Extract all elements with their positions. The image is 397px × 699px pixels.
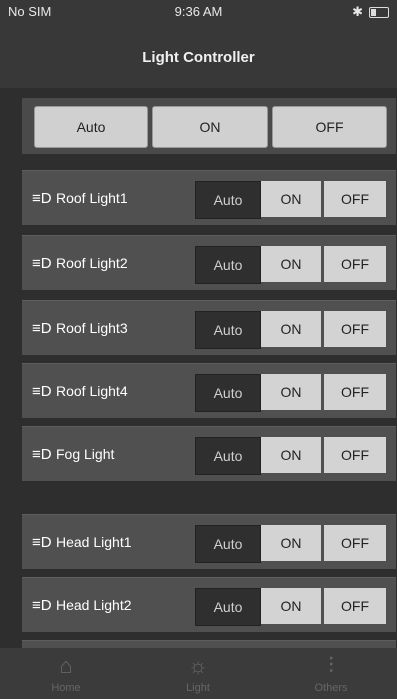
light-row-roof-light2: ≡D Roof Light2 Auto ON OFF — [22, 235, 396, 290]
light-row-roof-light1: ≡D Roof Light1 Auto ON OFF — [22, 170, 396, 225]
light-label: Roof Light3 — [56, 320, 128, 336]
status-icons: ✱ — [352, 4, 389, 20]
on-button[interactable]: ON — [261, 246, 321, 282]
main-content: Auto ON OFF ≡D Roof Light1 Auto ON OFF ≡… — [0, 88, 397, 648]
on-button[interactable]: ON — [261, 525, 321, 561]
off-button[interactable]: OFF — [324, 181, 386, 217]
light-row-head-light2: ≡D Head Light2 Auto ON OFF — [22, 577, 396, 632]
tab-label: Others — [314, 682, 348, 694]
on-button[interactable]: ON — [261, 437, 321, 473]
auto-button[interactable]: Auto — [195, 181, 261, 219]
light-row-roof-light4: ≡D Roof Light4 Auto ON OFF — [22, 363, 396, 418]
light-label: Roof Light4 — [56, 383, 128, 399]
light-row-head-light1: ≡D Head Light1 Auto ON OFF — [22, 514, 396, 569]
fog-light-icon: ≡D — [32, 446, 52, 463]
roof-light-icon: ≡D — [32, 383, 52, 400]
tab-bar: ⌂ Home ☼ Light ⫶ Others — [0, 648, 397, 699]
status-bar: No SIM 9:36 AM ✱ — [0, 0, 397, 24]
off-button[interactable]: OFF — [324, 374, 386, 410]
on-button[interactable]: ON — [261, 311, 321, 347]
head-light-icon: ≡D — [32, 534, 52, 551]
master-on-button[interactable]: ON — [152, 106, 268, 148]
clock: 9:36 AM — [174, 4, 223, 19]
roof-light-icon: ≡D — [32, 255, 52, 272]
light-label: Roof Light1 — [56, 190, 128, 206]
tab-home[interactable]: ⌂ Home — [0, 648, 132, 699]
light-label: Roof Light2 — [56, 255, 128, 271]
page-title: Light Controller — [142, 49, 255, 66]
on-button[interactable]: ON — [261, 181, 321, 217]
off-button[interactable]: OFF — [324, 246, 386, 282]
off-button[interactable]: OFF — [324, 525, 386, 561]
bluetooth-icon: ✱ — [352, 4, 363, 19]
on-button[interactable]: ON — [261, 588, 321, 624]
auto-button[interactable]: Auto — [195, 437, 261, 475]
off-button[interactable]: OFF — [324, 588, 386, 624]
tab-label: Home — [51, 682, 81, 694]
off-button[interactable]: OFF — [324, 437, 386, 473]
auto-button[interactable]: Auto — [195, 525, 261, 563]
auto-button[interactable]: Auto — [195, 374, 261, 412]
master-off-button[interactable]: OFF — [272, 106, 387, 148]
home-icon: ⌂ — [59, 653, 73, 678]
battery-icon — [369, 6, 389, 18]
tab-light[interactable]: ☼ Light — [132, 648, 264, 699]
auto-button[interactable]: Auto — [195, 588, 261, 626]
master-auto-button[interactable]: Auto — [34, 106, 148, 148]
tab-others[interactable]: ⫶ Others — [265, 648, 397, 699]
light-label: Fog Light — [56, 446, 115, 462]
master-controls: Auto ON OFF — [22, 98, 396, 154]
navigation-bar: Light Controller — [0, 24, 397, 88]
roof-light-icon: ≡D — [32, 320, 52, 337]
light-row-roof-light3: ≡D Roof Light3 Auto ON OFF — [22, 300, 396, 355]
tab-label: Light — [186, 682, 210, 694]
auto-button[interactable]: Auto — [195, 246, 261, 284]
light-label: Head Light2 — [56, 597, 132, 613]
on-button[interactable]: ON — [261, 374, 321, 410]
light-row-fog-light: ≡D Fog Light Auto ON OFF — [22, 426, 396, 481]
sun-icon: ☼ — [187, 653, 209, 678]
off-button[interactable]: OFF — [324, 311, 386, 347]
roof-light-icon: ≡D — [32, 190, 52, 207]
light-label: Head Light1 — [56, 534, 132, 550]
auto-button[interactable]: Auto — [195, 311, 261, 349]
sliders-icon: ⫶ — [328, 653, 334, 678]
head-light-icon: ≡D — [32, 597, 52, 614]
light-row-partial — [22, 640, 396, 648]
